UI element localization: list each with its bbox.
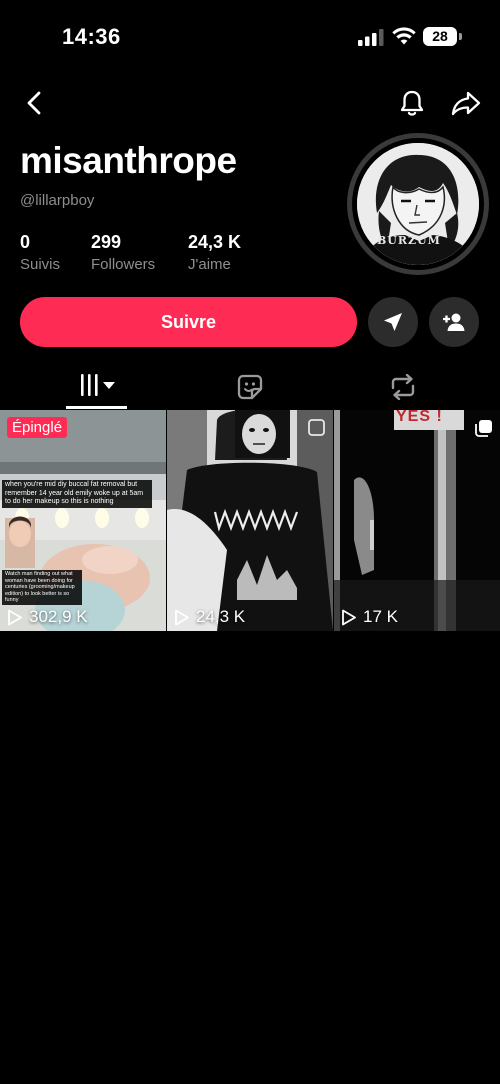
tab-videos[interactable] [66,368,127,410]
video-3-views: 17 K [341,607,398,627]
stat-likes[interactable]: 24,3 K J'aime [188,232,241,273]
stat-following-value: 0 [20,232,31,252]
add-user-icon [443,313,465,331]
message-button[interactable] [368,297,418,347]
stat-following-label: Suivis [20,256,61,273]
play-icon [175,609,189,625]
stat-following[interactable]: 0 Suivis [20,232,60,273]
cellular-signal-icon [358,29,384,46]
active-tab-indicator [66,406,127,409]
pinned-badge: Épinglé [7,417,68,438]
video-thumbnail-3[interactable]: YES ! 17 K [334,410,500,631]
video-thumbnail-2[interactable]: 24,3 K [167,410,333,631]
play-icon [8,609,22,625]
profile-handle: @lillarpboy [20,192,95,209]
avatar[interactable]: BURZUM [357,143,479,265]
follow-button[interactable]: Suivre [20,297,357,347]
profile-name: misanthrope [20,140,237,181]
stat-likes-label: J'aime [188,256,231,273]
tab-reposts[interactable] [376,368,428,410]
status-bar: 14:36 28 [0,0,500,70]
video-2-image [167,410,333,631]
multi-video-icon [308,419,325,436]
stat-followers-label: Followers [91,256,156,273]
battery-icon: 28 [423,27,457,46]
video-3-overlay-text: YES ! [396,410,443,425]
avatar-shirt-text: BURZUM [377,234,441,247]
send-icon [384,313,402,331]
play-icon [342,609,356,625]
video-3-image [334,410,500,631]
bell-icon[interactable] [397,88,427,118]
back-icon[interactable] [22,90,48,116]
video-3-view-count: 17 K [363,607,398,626]
video-1-caption: when you're mid diy buccal fat removal b… [2,480,152,508]
stat-followers[interactable]: 299 Followers [91,232,155,273]
video-2-view-count: 24,3 K [196,607,246,626]
video-1-view-count: 302,9 K [29,607,88,626]
battery-nub [459,33,462,40]
video-1-views: 302,9 K [7,607,88,627]
sticker-icon [237,374,263,400]
repost-icon [391,374,415,400]
video-grid: Épinglé when you're mid diy buccal fat r… [0,410,500,632]
wifi-icon [392,27,416,45]
stat-followers-value: 299 [91,232,122,252]
add-friend-button[interactable] [429,297,479,347]
status-time: 14:36 [62,24,121,49]
multi-video-icon [475,420,492,437]
share-icon[interactable] [450,88,482,118]
grid-icon [81,374,115,396]
video-1-caption-2: Watch man finding out what woman have be… [2,570,82,605]
tab-stickers[interactable] [224,368,276,410]
video-2-views: 24,3 K [174,607,245,627]
video-thumbnail-1[interactable]: Épinglé when you're mid diy buccal fat r… [0,410,166,631]
stat-likes-value: 24,3 K [188,232,242,252]
